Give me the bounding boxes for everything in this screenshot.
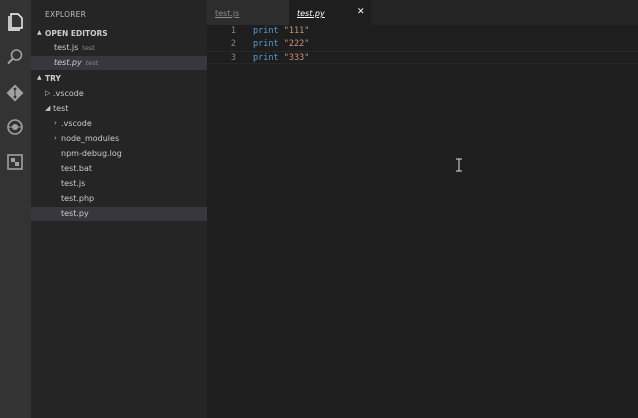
tree-file[interactable]: test.bat [31, 162, 207, 176]
code-keyword: print [253, 39, 279, 49]
files-icon[interactable] [4, 10, 26, 32]
activity-bar [0, 0, 31, 418]
collapsed-caret-icon: › [54, 119, 57, 127]
open-editor-item-active[interactable]: test.py test [31, 56, 207, 70]
code-line: 1 print "111" [207, 25, 638, 38]
line-number: 2 [230, 39, 236, 49]
explorer-title: EXPLORER [45, 10, 86, 19]
tree-file[interactable]: npm-debug.log [31, 147, 207, 161]
text-cursor-icon [455, 158, 463, 172]
open-editor-name: test.js [54, 43, 79, 52]
tree-folder-test[interactable]: ◢ test [31, 102, 207, 116]
tab-test-js[interactable]: test.js [207, 0, 289, 25]
code-string: "333" [283, 53, 310, 63]
git-icon[interactable] [4, 82, 26, 104]
search-icon[interactable] [4, 46, 26, 68]
debug-icon[interactable] [4, 116, 26, 138]
open-editor-item[interactable]: test.js test [31, 41, 207, 55]
collapsed-caret-icon: ▷ [45, 89, 51, 97]
open-editors-label: OPEN EDITORS [45, 29, 108, 38]
code-keyword: print [253, 53, 279, 63]
expanded-caret-icon: ◢ [45, 104, 51, 112]
workspace-label: TRY [45, 74, 61, 83]
line-number: 3 [230, 53, 236, 63]
code-line: 2 print "222" [207, 38, 638, 51]
tree-file-selected[interactable]: test.py [31, 207, 207, 221]
code-string: "111" [283, 26, 310, 36]
tab-label: test.py [297, 9, 325, 18]
open-editor-name: test.py [54, 58, 82, 67]
tree-folder-vscode[interactable]: ▷ .vscode [31, 87, 207, 101]
extensions-icon[interactable] [4, 151, 26, 173]
tree-folder-node-modules[interactable]: › node_modules [31, 132, 207, 146]
explorer-sidebar: EXPLORER ▲ OPEN EDITORS test.js test test… [31, 0, 207, 418]
open-editor-folder: test [82, 44, 95, 52]
collapse-triangle-icon: ▲ [37, 29, 42, 36]
workspace-header[interactable]: ▲ TRY [31, 72, 207, 85]
line-number: 1 [230, 26, 236, 36]
tree-folder-vscode-sub[interactable]: › .vscode [31, 117, 207, 131]
tab-label: test.js [215, 9, 240, 18]
collapsed-caret-icon: › [54, 134, 57, 142]
tree-file[interactable]: test.js [31, 177, 207, 191]
code-editor[interactable]: 1 print "111" 2 print "222" 3 print "333… [207, 25, 638, 418]
tree-file[interactable]: test.php [31, 192, 207, 206]
open-editors-header[interactable]: ▲ OPEN EDITORS [31, 27, 207, 40]
collapse-triangle-icon: ▲ [37, 74, 42, 81]
tab-test-py[interactable]: test.py ✕ [289, 0, 371, 25]
editor-tab-bar: test.js test.py ✕ [207, 0, 638, 25]
code-string: "222" [283, 39, 310, 49]
code-line-current: 3 print "333" [207, 51, 638, 64]
open-editor-folder: test [85, 59, 99, 67]
close-icon[interactable]: ✕ [357, 7, 365, 17]
code-keyword: print [253, 26, 279, 36]
